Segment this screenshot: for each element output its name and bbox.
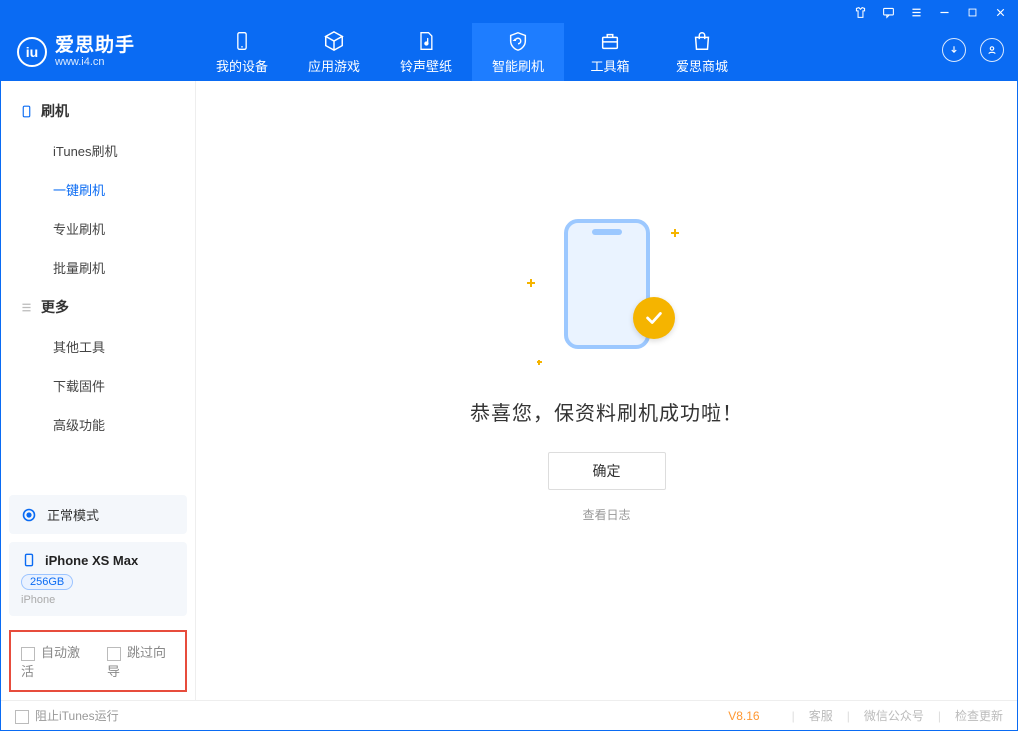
checkbox-auto-activate[interactable]: 自动激活 [21,642,89,680]
ok-button[interactable]: 确定 [548,452,666,490]
checkbox-block-itunes[interactable]: 阻止iTunes运行 [15,707,119,724]
success-illustration [527,219,687,369]
view-log-link[interactable]: 查看日志 [582,506,630,523]
nav-label: 应用游戏 [308,56,360,75]
device-type: iPhone [21,594,175,606]
toolbox-icon [599,30,621,52]
sidebar-group-more: 更多 [1,287,195,327]
sidebar-item-pro[interactable]: 专业刷机 [1,209,195,248]
logo-icon: iu [17,37,47,67]
sidebar-item-batch[interactable]: 批量刷机 [1,248,195,287]
nav-media[interactable]: 铃声壁纸 [380,23,472,81]
nav-apps[interactable]: 应用游戏 [288,23,380,81]
sidebar: 刷机 iTunes刷机 一键刷机 专业刷机 批量刷机 更多 其他工具 下载固件 … [1,81,196,700]
device-capacity: 256GB [21,574,73,590]
device-name: iPhone XS Max [45,553,138,568]
nav-label: 智能刷机 [492,56,544,75]
app-site: www.i4.cn [55,57,135,68]
nav-label: 我的设备 [216,56,268,75]
nav-tools[interactable]: 工具箱 [564,23,656,81]
feedback-icon[interactable] [881,5,895,19]
nav-label: 工具箱 [590,56,629,75]
tshirt-icon[interactable] [853,5,867,19]
sidebar-group-flash: 刷机 [1,91,195,131]
footer-link-update[interactable]: 检查更新 [955,707,1003,724]
music-file-icon [415,30,437,52]
sidebar-item-itunes[interactable]: iTunes刷机 [1,131,195,170]
mode-icon [21,507,37,523]
close-icon[interactable] [993,5,1007,19]
main-nav: 我的设备 应用游戏 铃声壁纸 智能刷机 工具箱 爱思商城 [196,23,1017,81]
user-icon[interactable] [980,38,1004,62]
main-panel: 恭喜您，保资料刷机成功啦！ 确定 查看日志 [196,81,1017,700]
nav-label: 铃声壁纸 [400,56,452,75]
menu-icon[interactable] [909,5,923,19]
status-bar: 阻止iTunes运行 V8.16 | 客服 | 微信公众号 | 检查更新 [1,700,1017,730]
app-version: V8.16 [728,709,759,723]
nav-flash[interactable]: 智能刷机 [472,23,564,81]
refresh-shield-icon [507,30,529,52]
footer-link-wechat[interactable]: 微信公众号 [864,707,924,724]
window-titlebar [1,1,1017,23]
checkbox-skip-wizard[interactable]: 跳过向导 [107,642,175,680]
sidebar-item-advanced[interactable]: 高级功能 [1,405,195,444]
phone-small-icon [21,552,37,568]
sidebar-group-title: 更多 [41,297,69,317]
cube-icon [323,30,345,52]
device-mode-label: 正常模式 [47,505,99,524]
nav-store[interactable]: 爱思商城 [656,23,748,81]
sidebar-item-other[interactable]: 其他工具 [1,327,195,366]
phone-small-icon [19,104,33,118]
device-mode-box[interactable]: 正常模式 [9,495,187,534]
minimize-icon[interactable] [937,5,951,19]
phone-icon [231,30,253,52]
bag-icon [691,30,713,52]
download-icon[interactable] [942,38,966,62]
footer-link-support[interactable]: 客服 [809,707,833,724]
check-badge-icon [633,297,675,339]
success-message: 恭喜您，保资料刷机成功啦！ [470,397,743,426]
app-logo[interactable]: iu 爱思助手 www.i4.cn [1,23,196,81]
sidebar-item-oneclick[interactable]: 一键刷机 [1,170,195,209]
device-info-box[interactable]: iPhone XS Max 256GB iPhone [9,542,187,616]
nav-label: 爱思商城 [676,56,728,75]
sidebar-group-title: 刷机 [41,101,69,121]
maximize-icon[interactable] [965,5,979,19]
nav-device[interactable]: 我的设备 [196,23,288,81]
flash-options-row: 自动激活 跳过向导 [9,630,187,692]
sidebar-item-firmware[interactable]: 下载固件 [1,366,195,405]
app-header: iu 爱思助手 www.i4.cn 我的设备 应用游戏 铃声壁纸 智能刷机 工具… [1,23,1017,81]
app-name: 爱思助手 [55,36,135,55]
list-icon [19,300,33,314]
